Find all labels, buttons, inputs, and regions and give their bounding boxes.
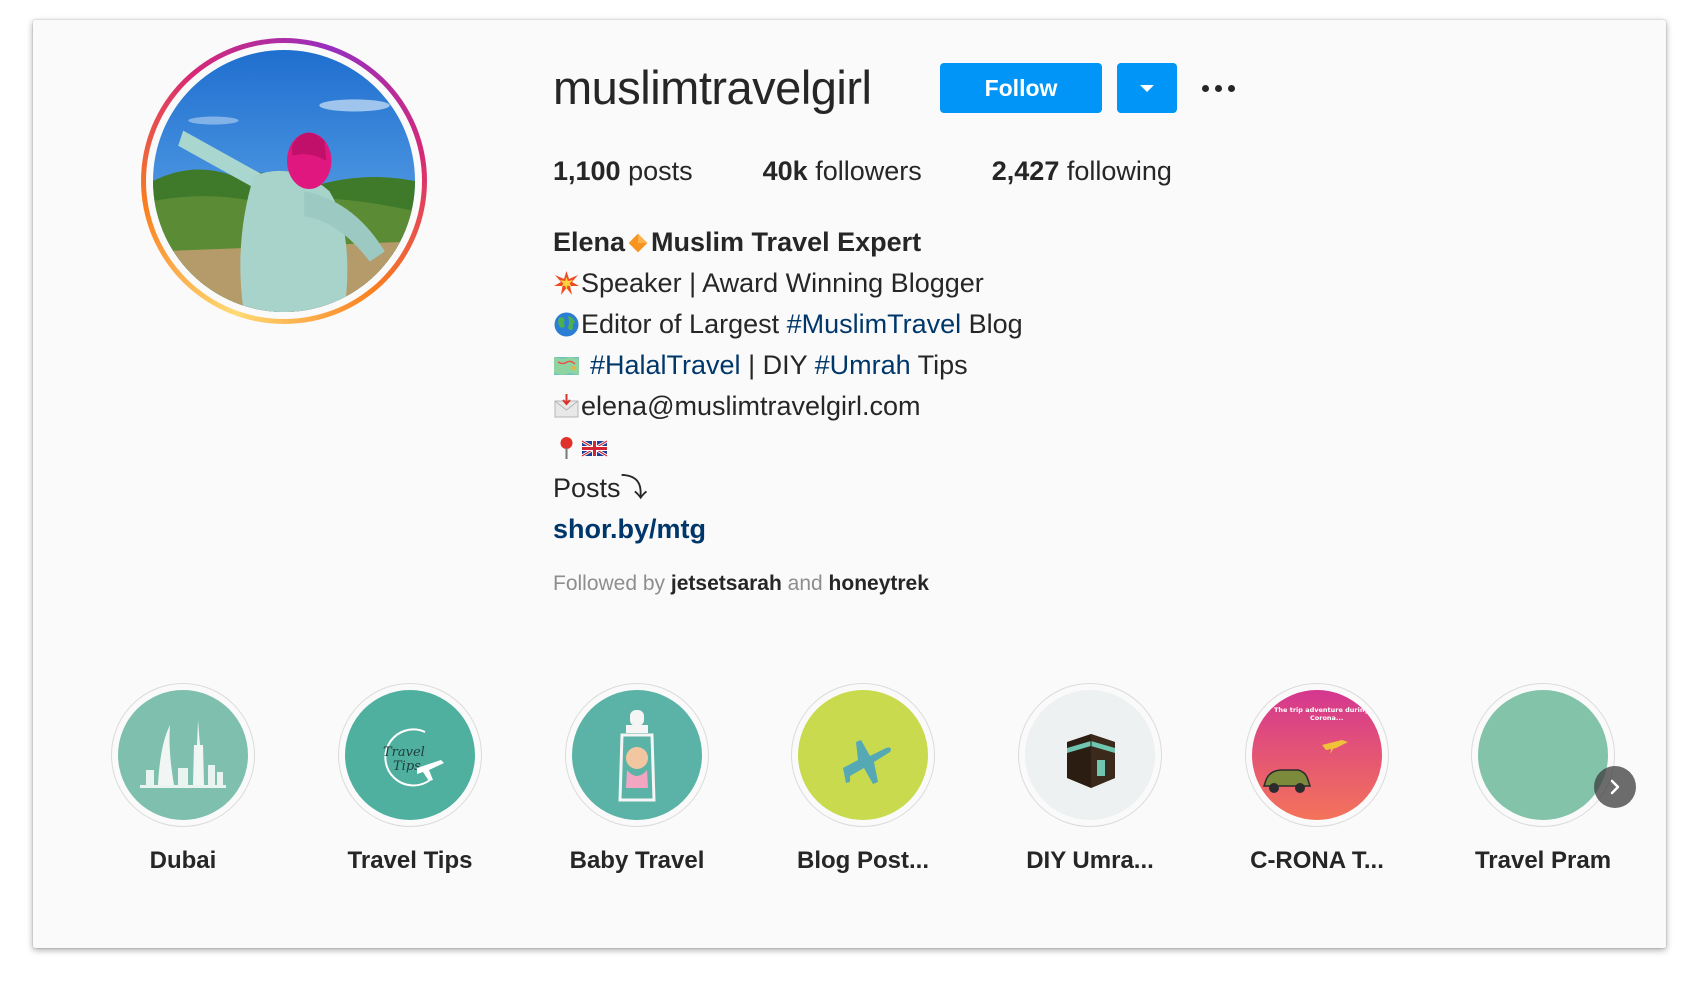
- suggested-dropdown-button[interactable]: [1117, 63, 1177, 113]
- orange-diamond-icon: [628, 233, 648, 252]
- bio-line-posts: Posts⤵: [553, 468, 1023, 509]
- highlight-item[interactable]: The trip adventure during Corona... C-RO…: [1222, 683, 1412, 875]
- highlight-item[interactable]: Blog Post...: [768, 683, 958, 875]
- car-trip-icon: The trip adventure during Corona...: [1252, 690, 1382, 820]
- followed-by-prefix: Followed by: [553, 572, 666, 595]
- bio-editor-text: Editor of Largest: [581, 309, 787, 339]
- posts-label: posts: [628, 156, 693, 186]
- highlight-item[interactable]: Travel Tips Travel Tips: [315, 683, 505, 875]
- highlights-next-button[interactable]: [1594, 766, 1636, 808]
- highlight-label: Blog Post...: [797, 847, 929, 874]
- followed-by: Followed by jetsetsarah and honeytrek: [553, 572, 929, 596]
- bio-external-link[interactable]: shor.by/mtg: [553, 509, 706, 550]
- name-first: Elena: [553, 227, 626, 257]
- highlight-ring: [565, 683, 709, 827]
- bio-full-name: Elena Muslim Travel Expert: [553, 222, 1023, 263]
- profile-avatar[interactable]: [141, 38, 427, 324]
- bio-editor-suffix: Blog: [961, 309, 1023, 339]
- avatar-photo: [153, 50, 415, 312]
- highlight-cover-plain: [1478, 690, 1608, 820]
- chevron-right-icon: [1610, 779, 1620, 795]
- follow-button[interactable]: Follow: [940, 63, 1102, 113]
- followed-by-conjunction: and: [787, 572, 823, 595]
- posts-stat: 1,100 posts: [553, 154, 693, 188]
- dubai-skyline-icon: [118, 690, 248, 820]
- bio-line-link: shor.by/mtg: [553, 509, 1023, 550]
- highlight-label: DIY Umra...: [1026, 847, 1154, 874]
- baby-bottle-icon: [572, 690, 702, 820]
- more-options-button[interactable]: [1198, 80, 1238, 96]
- bio-tips-suffix: Tips: [910, 350, 968, 380]
- ellipsis-dot-icon: [1227, 84, 1235, 92]
- airplane-icon: [798, 690, 928, 820]
- ellipsis-dot-icon: [1214, 84, 1222, 92]
- bio-line-speaker: Speaker | Award Winning Blogger: [553, 263, 1023, 304]
- bio-line-tips: #HalalTravel | DIY #Umrah Tips: [553, 345, 1023, 386]
- following-label: following: [1066, 156, 1172, 186]
- caret-down-icon: [1140, 84, 1154, 92]
- bio-tips-mid: | DIY: [740, 350, 815, 380]
- name-title: Muslim Travel Expert: [651, 227, 922, 257]
- bio-email: elena@muslimtravelgirl.com: [581, 391, 921, 421]
- profile-stats: 1,100 posts 40k followers 2,427 followin…: [553, 154, 1242, 188]
- following-stat[interactable]: 2,427 following: [992, 154, 1172, 188]
- highlight-ring: [1018, 683, 1162, 827]
- travel-tips-icon: Travel Tips: [345, 690, 475, 820]
- highlight-item[interactable]: DIY Umra...: [995, 683, 1185, 875]
- bio-posts-text: Posts⤵: [553, 473, 648, 503]
- uk-flag-icon: [581, 439, 608, 458]
- posts-count: 1,100: [553, 156, 621, 186]
- envelope-icon: [554, 394, 579, 418]
- highlight-ring: [791, 683, 935, 827]
- followers-stat[interactable]: 40k followers: [763, 154, 922, 188]
- travel-tips-cover-word: Tips: [393, 759, 421, 774]
- bio-speaker-text: Speaker | Award Winning Blogger: [581, 268, 984, 298]
- bio-line-editor: Editor of Largest #MuslimTravel Blog: [553, 304, 1023, 345]
- ellipsis-dot-icon: [1201, 84, 1209, 92]
- highlight-ring: The trip adventure during Corona...: [1245, 683, 1389, 827]
- hashtag-halaltravel[interactable]: #HalalTravel: [590, 345, 741, 386]
- hashtag-muslimtravel[interactable]: #MuslimTravel: [787, 304, 962, 345]
- kaaba-icon: [1025, 690, 1155, 820]
- highlight-ring: [1471, 683, 1615, 827]
- travel-tips-cover-word: Travel: [383, 745, 425, 760]
- highlight-ring: [111, 683, 255, 827]
- followed-by-user-link[interactable]: jetsetsarah: [671, 572, 782, 595]
- globe-icon: [554, 312, 579, 337]
- highlight-label: Travel Tips: [347, 847, 473, 874]
- profile-username: muslimtravelgirl: [553, 61, 872, 114]
- followers-label: followers: [815, 156, 922, 186]
- highlight-item[interactable]: Baby Travel: [542, 683, 732, 875]
- highlight-label: Dubai: [149, 847, 217, 874]
- highlight-label: Travel Pram: [1474, 847, 1612, 874]
- map-icon: [554, 357, 579, 375]
- profile-bio: Elena Muslim Travel Expert Speaker | Awa…: [553, 222, 1023, 550]
- followers-count: 40k: [762, 156, 808, 186]
- hashtag-umrah[interactable]: #Umrah: [815, 345, 911, 386]
- corona-cover-text: Corona...: [1310, 714, 1343, 722]
- highlight-ring: Travel Tips: [338, 683, 482, 827]
- followed-by-user-link[interactable]: honeytrek: [829, 572, 929, 595]
- pin-icon: [560, 437, 573, 459]
- highlight-item[interactable]: Dubai: [88, 683, 278, 875]
- collision-icon: [554, 271, 579, 295]
- bio-line-location: [553, 427, 1023, 468]
- corona-cover-text: The trip adventure during: [1274, 706, 1369, 714]
- avatar-gap: [146, 43, 422, 319]
- highlight-label: Baby Travel: [569, 847, 705, 874]
- bio-line-email: elena@muslimtravelgirl.com: [553, 386, 1023, 427]
- following-count: 2,427: [991, 156, 1060, 186]
- highlight-label: C-RONA T...: [1250, 847, 1384, 874]
